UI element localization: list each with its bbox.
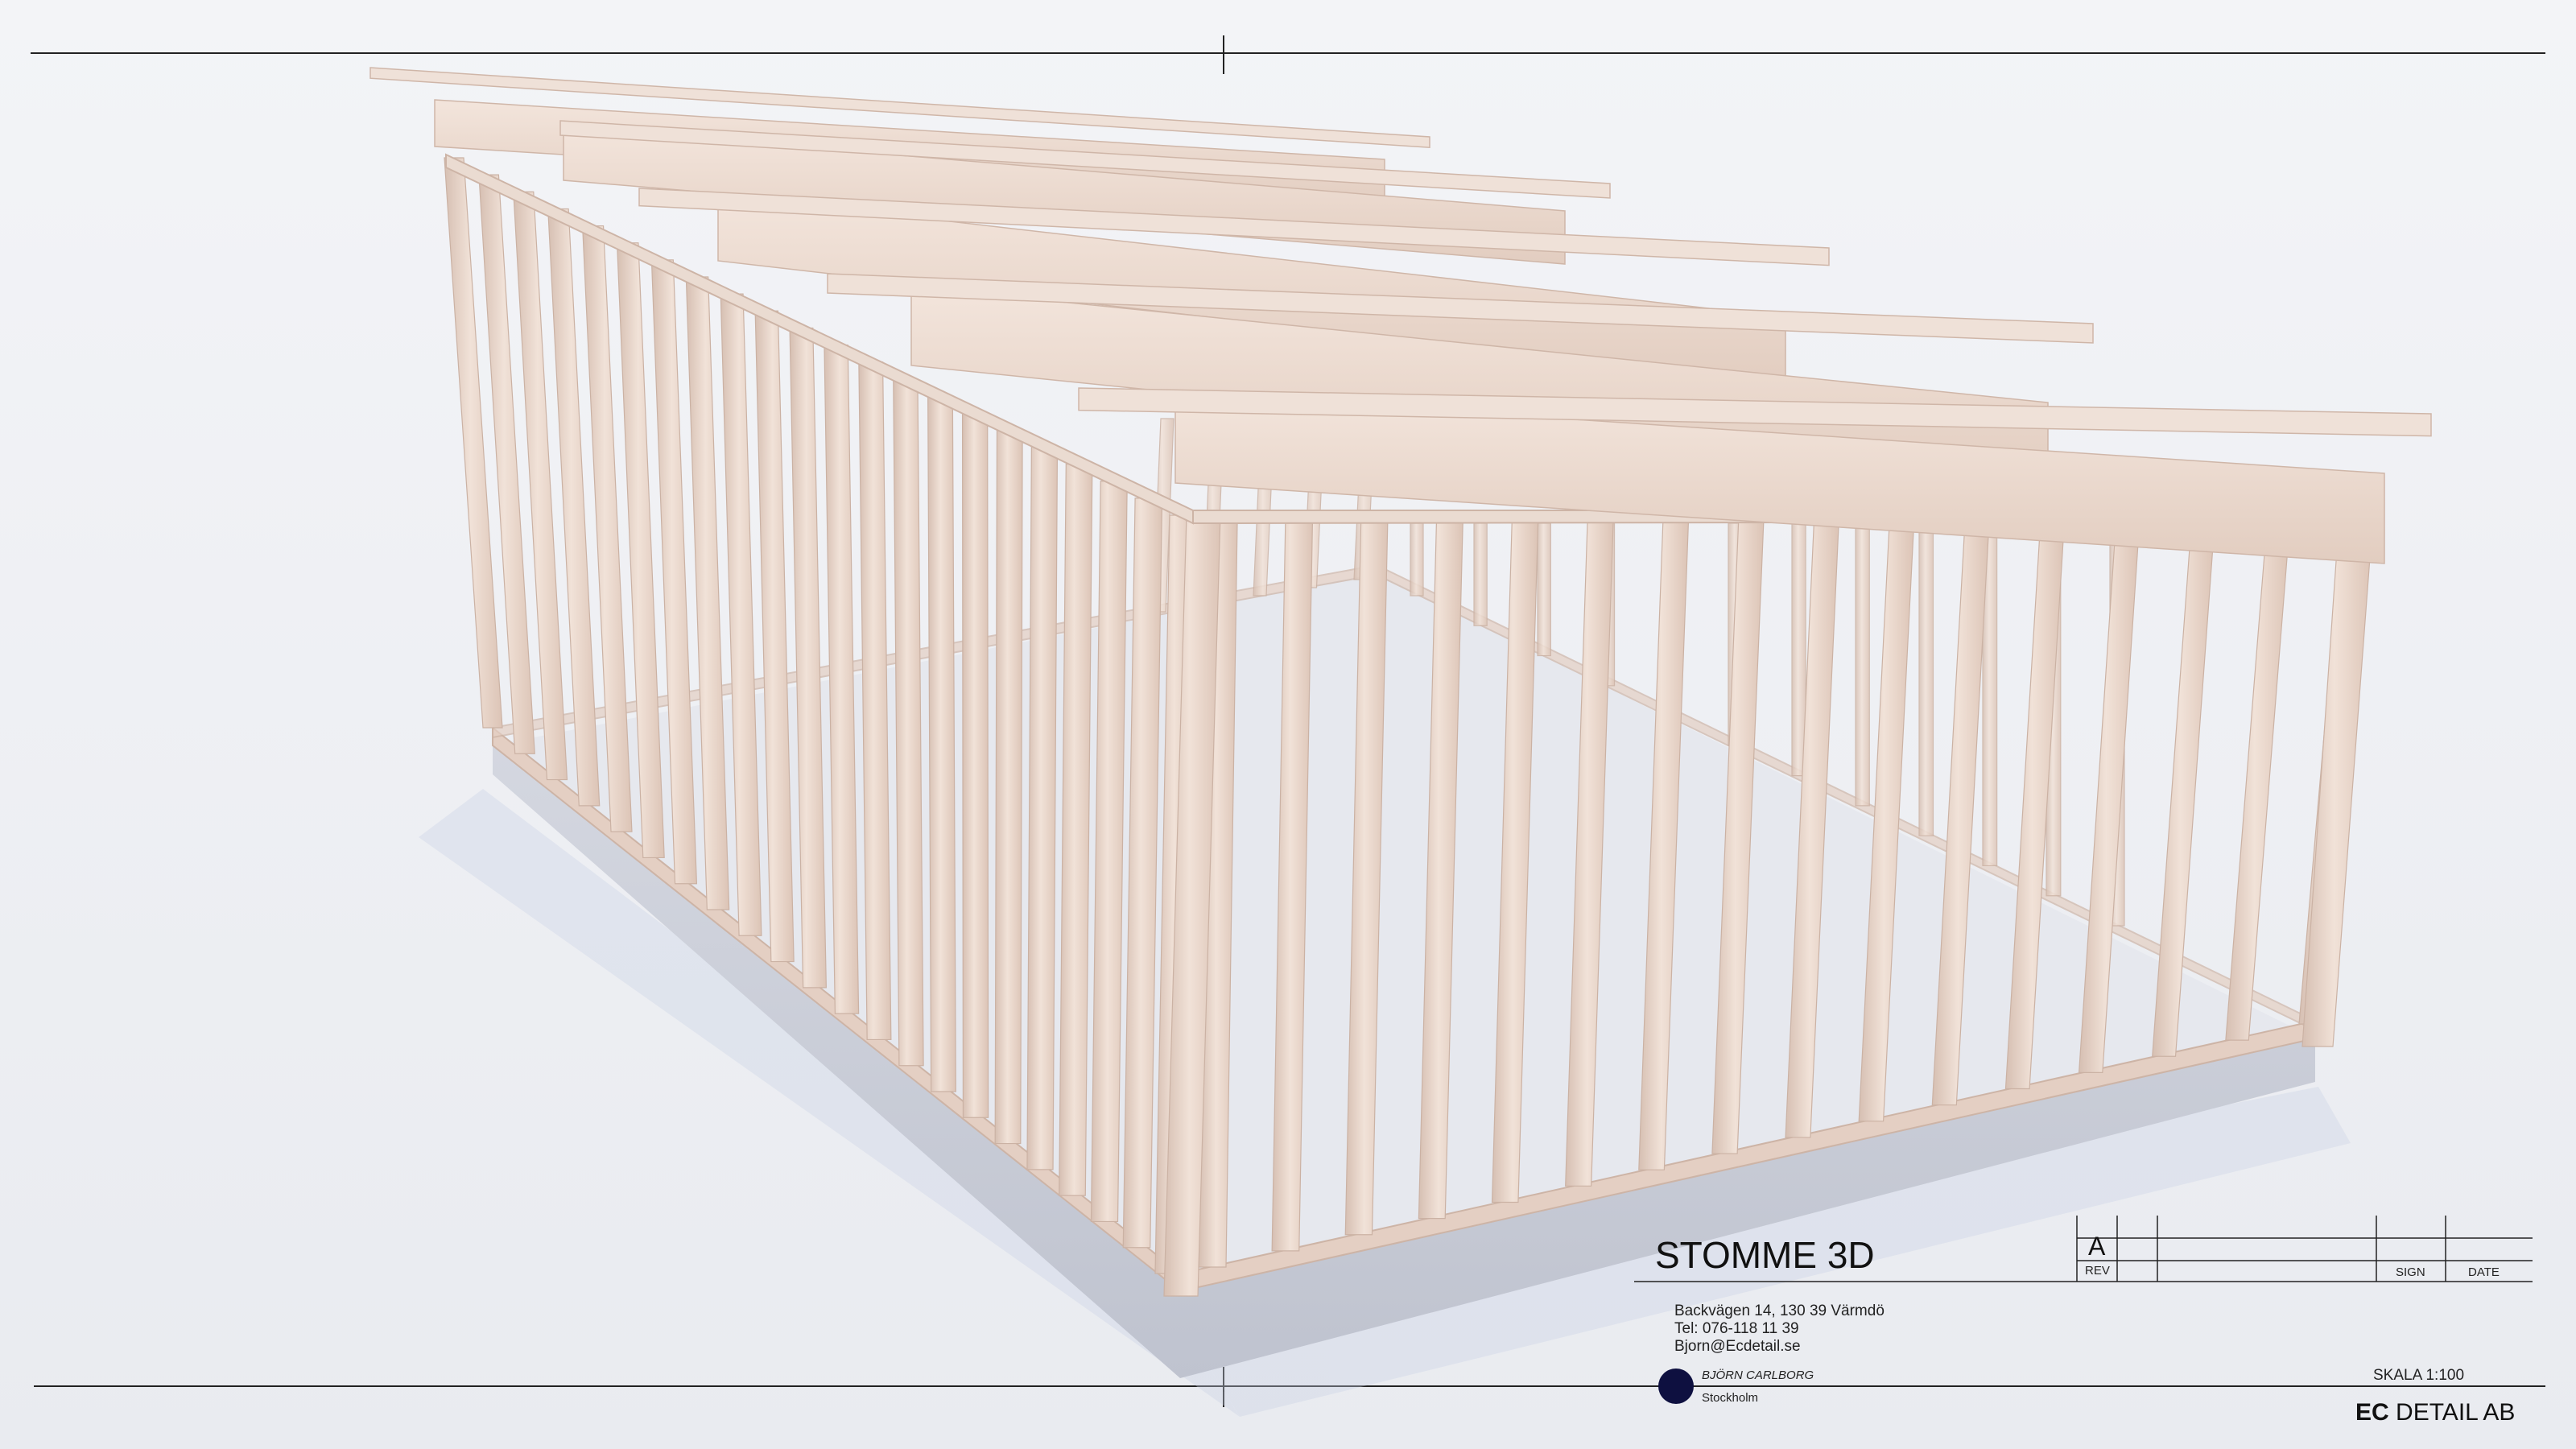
left-stud-18 <box>1026 446 1059 1170</box>
back-right-stud-3 <box>1537 522 1551 657</box>
back-right-stud-8 <box>1855 522 1870 807</box>
revision-value: A <box>2088 1232 2106 1261</box>
back-right-stud-9 <box>1918 522 1934 836</box>
drawing-title: STOMME 3D <box>1655 1234 1875 1276</box>
sign-label: SIGN <box>2396 1265 2425 1279</box>
timber-frame-render <box>0 0 2576 1449</box>
company-name: EC DETAIL AB <box>2355 1399 2515 1426</box>
left-stud-15 <box>927 395 956 1092</box>
left-stud-14 <box>893 378 924 1067</box>
author-name: BJÖRN CARLBORG <box>1702 1368 1814 1382</box>
date-label: DATE <box>2468 1265 2500 1279</box>
left-stud-16 <box>961 412 989 1118</box>
back-right-stud-2 <box>1473 522 1488 626</box>
company-name-bold: EC <box>2355 1399 2389 1426</box>
left-stud-17 <box>994 429 1023 1145</box>
email-line: Bjorn@Ecdetail.se <box>1674 1338 1801 1355</box>
back-right-stud-1 <box>1410 522 1424 597</box>
phone-line: Tel: 076-118 11 39 <box>1674 1320 1799 1337</box>
address-line: Backvägen 14, 130 39 Värmdö <box>1674 1302 1885 1319</box>
author-city: Stockholm <box>1702 1391 1759 1405</box>
scale-label: SKALA 1:100 <box>2373 1367 2465 1384</box>
company-logo-icon <box>1658 1368 1694 1404</box>
company-name-rest: DETAIL AB <box>2396 1399 2516 1426</box>
revision-label: REV <box>2085 1264 2110 1278</box>
